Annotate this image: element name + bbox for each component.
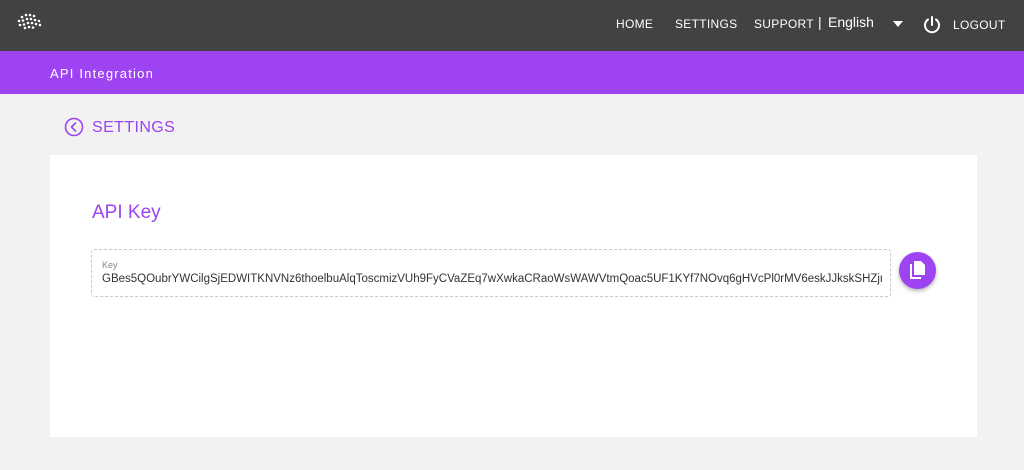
api-key-value[interactable]: GBes5QOubrYWCilgSjEDWITKNVNz6thoelbuAlqT… xyxy=(102,273,882,285)
card-title: API Key xyxy=(92,202,161,223)
brain-logo-icon[interactable] xyxy=(16,13,42,30)
circle-chevron-left-icon[interactable] xyxy=(64,117,84,137)
nav-settings-link[interactable]: SETTINGS xyxy=(675,17,737,31)
power-icon[interactable] xyxy=(922,15,942,35)
top-navbar: HOME SETTINGS SUPPORT | English LOGOUT xyxy=(0,0,1024,51)
copy-button[interactable] xyxy=(899,252,936,289)
api-key-card: API Key Key GBes5QOubrYWCilgSjEDWITKNVNz… xyxy=(50,155,977,437)
page-header-bar: API Integration xyxy=(0,51,1024,94)
back-label[interactable]: SETTINGS xyxy=(92,119,175,137)
key-field-label: Key xyxy=(102,260,118,270)
logout-link[interactable]: LOGOUT xyxy=(953,18,1005,32)
api-key-field[interactable]: Key GBes5QOubrYWCilgSjEDWITKNVNz6thoelbu… xyxy=(91,249,891,297)
nav-support-link[interactable]: SUPPORT xyxy=(754,17,814,31)
caret-down-icon[interactable] xyxy=(893,21,903,27)
page-title: API Integration xyxy=(50,66,154,81)
language-separator: | xyxy=(818,14,822,30)
copy-icon xyxy=(910,261,925,279)
nav-home-link[interactable]: HOME xyxy=(616,17,653,31)
language-select[interactable]: English xyxy=(828,14,874,30)
